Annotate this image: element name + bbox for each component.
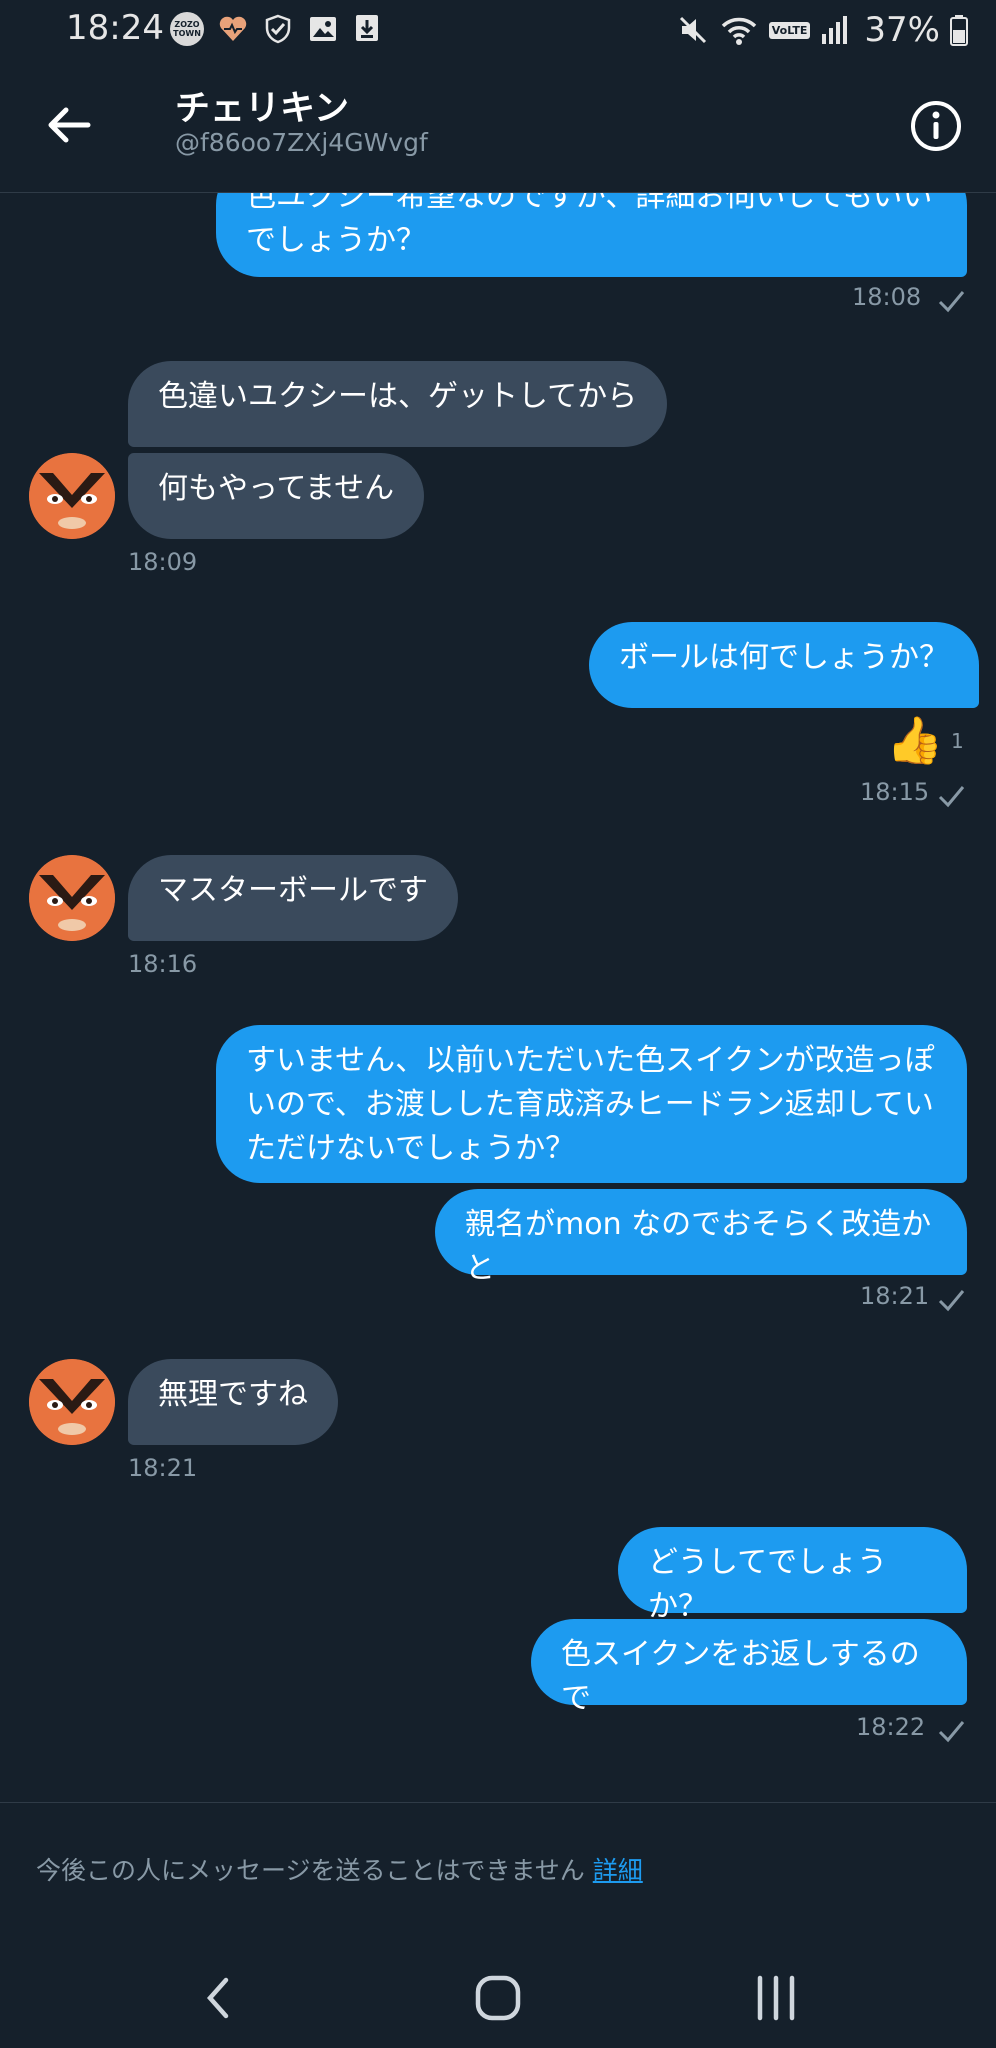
messaging-disabled-notice: 今後この人にメッセージを送ることはできません 詳細 [0,1802,996,1943]
gallery-icon [310,17,336,41]
signal-icon [822,16,848,44]
info-icon[interactable] [910,100,962,152]
message-timestamp: 18:16 [128,950,198,978]
status-time: 18:24 [66,8,164,48]
message-timestamp: 18:15 [860,778,930,806]
message-timestamp: 18:09 [128,548,198,576]
health-heart-icon [219,16,247,41]
shield-check-icon [265,14,291,44]
reaction-count: 1 [951,729,964,753]
battery-icon [950,15,968,46]
message-timestamp: 18:21 [128,1454,198,1482]
message-bubble-sent[interactable]: 色ユクシー希望なのですが、詳細お伺いしてもいい でしょうか？ [216,193,967,277]
message-timestamp: 18:22 [856,1713,926,1741]
message-bubble-sent[interactable]: どうしてでしょうか？ [618,1527,967,1624]
message-bubble-received[interactable]: 無理ですね [128,1359,338,1445]
reaction-emoji[interactable]: 👍 [886,713,943,768]
sent-check-icon [938,1721,965,1743]
contact-name[interactable]: チェリキン [175,80,349,131]
details-link[interactable]: 詳細 [593,1856,643,1885]
contact-avatar[interactable] [29,453,115,539]
zozo-app-icon: ZOZO TOWN [170,12,204,46]
battery-percent: 37% [864,10,940,50]
system-nav-bar [0,1942,996,2048]
message-bubble-received[interactable]: 何もやってません [128,453,425,539]
download-icon [356,15,378,41]
wifi-icon [721,17,756,45]
sent-check-icon [938,786,965,808]
contact-avatar[interactable] [29,855,115,941]
message-timestamp: 18:21 [860,1282,930,1310]
message-timestamp: 18:08 [852,283,922,311]
message-bubble-sent[interactable]: 色スイクンをお返しするので [531,1619,967,1716]
contact-handle[interactable]: @f86oo7ZXj4GWvgf [175,128,428,157]
mute-icon [679,16,706,44]
nav-back-icon[interactable] [192,1970,248,2026]
notice-text: 今後この人にメッセージを送ることはできません [36,1856,585,1885]
nav-recents-icon[interactable] [748,1970,804,2026]
sent-check-icon [938,291,965,313]
message-bubble-sent[interactable]: すいません、以前いただいた色スイクンが改造っぽ いので、お渡しした育成済みヒード… [216,1025,967,1183]
status-bar: 18:24 ZOZO TOWN VoLTE 37% [0,0,996,62]
message-list[interactable]: 色ユクシー希望なのですが、詳細お伺いしてもいい でしょうか？ 18:08 色違い… [0,193,996,1803]
volte-badge: VoLTE [768,21,811,39]
message-bubble-sent[interactable]: ボールは何でしょうか？ [589,622,979,708]
system-icons: VoLTE 37% [677,10,968,50]
message-bubble-sent[interactable]: 親名がmon なのでおそらく改造かと [435,1189,967,1286]
message-bubble-received[interactable]: マスターボールです [128,855,458,941]
contact-avatar[interactable] [29,1359,115,1445]
sent-check-icon [938,1290,965,1312]
back-arrow-icon[interactable] [44,100,94,150]
notification-icons: ZOZO TOWN [170,12,382,46]
conversation-header: チェリキン @f86oo7ZXj4GWvgf [0,62,996,193]
nav-home-icon[interactable] [470,1970,526,2026]
message-bubble-received[interactable]: 色違いユクシーは、ゲットしてから [128,361,668,447]
